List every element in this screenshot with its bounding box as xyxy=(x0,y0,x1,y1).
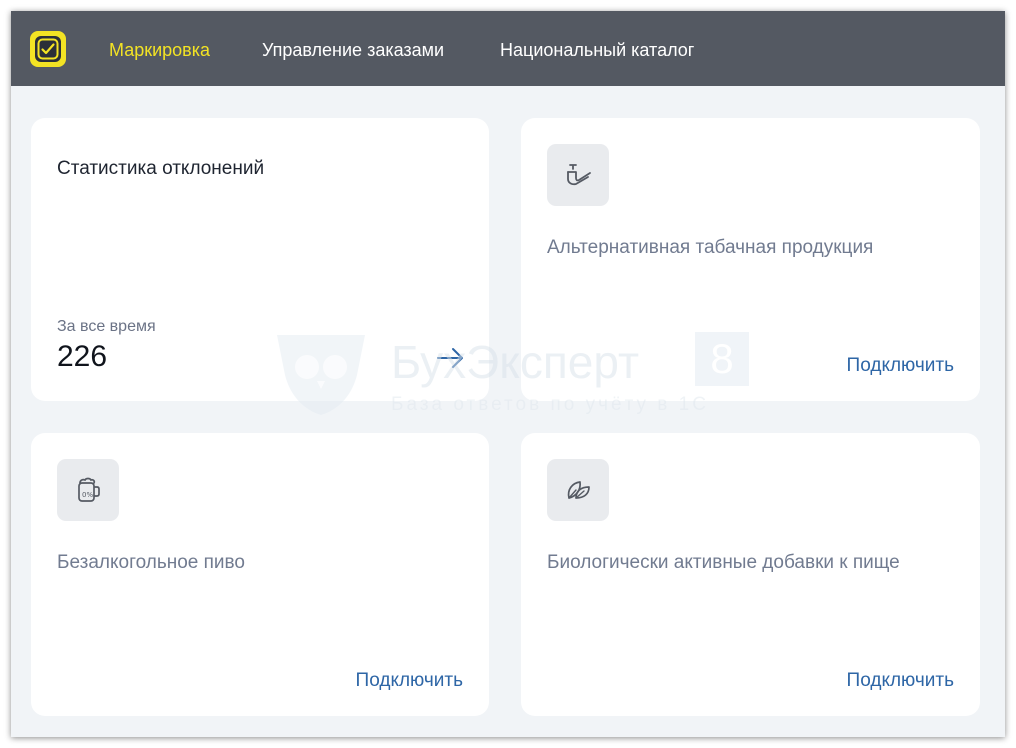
supplements-connect-link[interactable]: Подключить xyxy=(847,670,954,692)
watermark-number: 8 xyxy=(695,332,749,386)
leaf-icon xyxy=(547,459,609,521)
watermark-brand: БухЭксперт xyxy=(391,336,640,388)
beer-connect-link[interactable]: Подключить xyxy=(356,670,463,692)
statistics-title: Статистика отклонений xyxy=(57,158,265,179)
svg-text:0%: 0% xyxy=(82,491,93,499)
statistics-period-label: За все время xyxy=(57,318,156,335)
pipe-icon xyxy=(547,144,609,206)
marking-logo-icon[interactable] xyxy=(30,31,66,67)
non-alcoholic-beer-card: 0% Безалкогольное пиво Подключить xyxy=(31,433,489,716)
nav-item-order-management[interactable]: Управление заказами xyxy=(262,39,444,61)
tobacco-card-title: Альтернативная табачная продукция xyxy=(547,237,874,258)
app-window: Маркировка Управление заказами Националь… xyxy=(11,11,1005,737)
beer-mug-icon: 0% xyxy=(57,459,119,521)
owl-logo-icon xyxy=(277,335,365,415)
nav-item-marking[interactable]: Маркировка xyxy=(109,39,210,61)
watermark-tagline: База ответов по учёту в 1С xyxy=(391,394,709,415)
buhexpert-watermark: БухЭксперт 8 База ответов по учёту в 1С xyxy=(275,331,755,421)
top-navigation-bar: Маркировка Управление заказами Националь… xyxy=(11,11,1005,86)
dietary-supplements-card: Биологически активные добавки к пище Под… xyxy=(521,433,980,716)
tobacco-connect-link[interactable]: Подключить xyxy=(847,355,954,377)
supplements-card-title: Биологически активные добавки к пище xyxy=(547,552,900,573)
statistics-value: 226 xyxy=(57,340,108,373)
beer-card-title: Безалкогольное пиво xyxy=(57,552,245,573)
nav-item-national-catalog[interactable]: Национальный каталог xyxy=(500,39,694,61)
